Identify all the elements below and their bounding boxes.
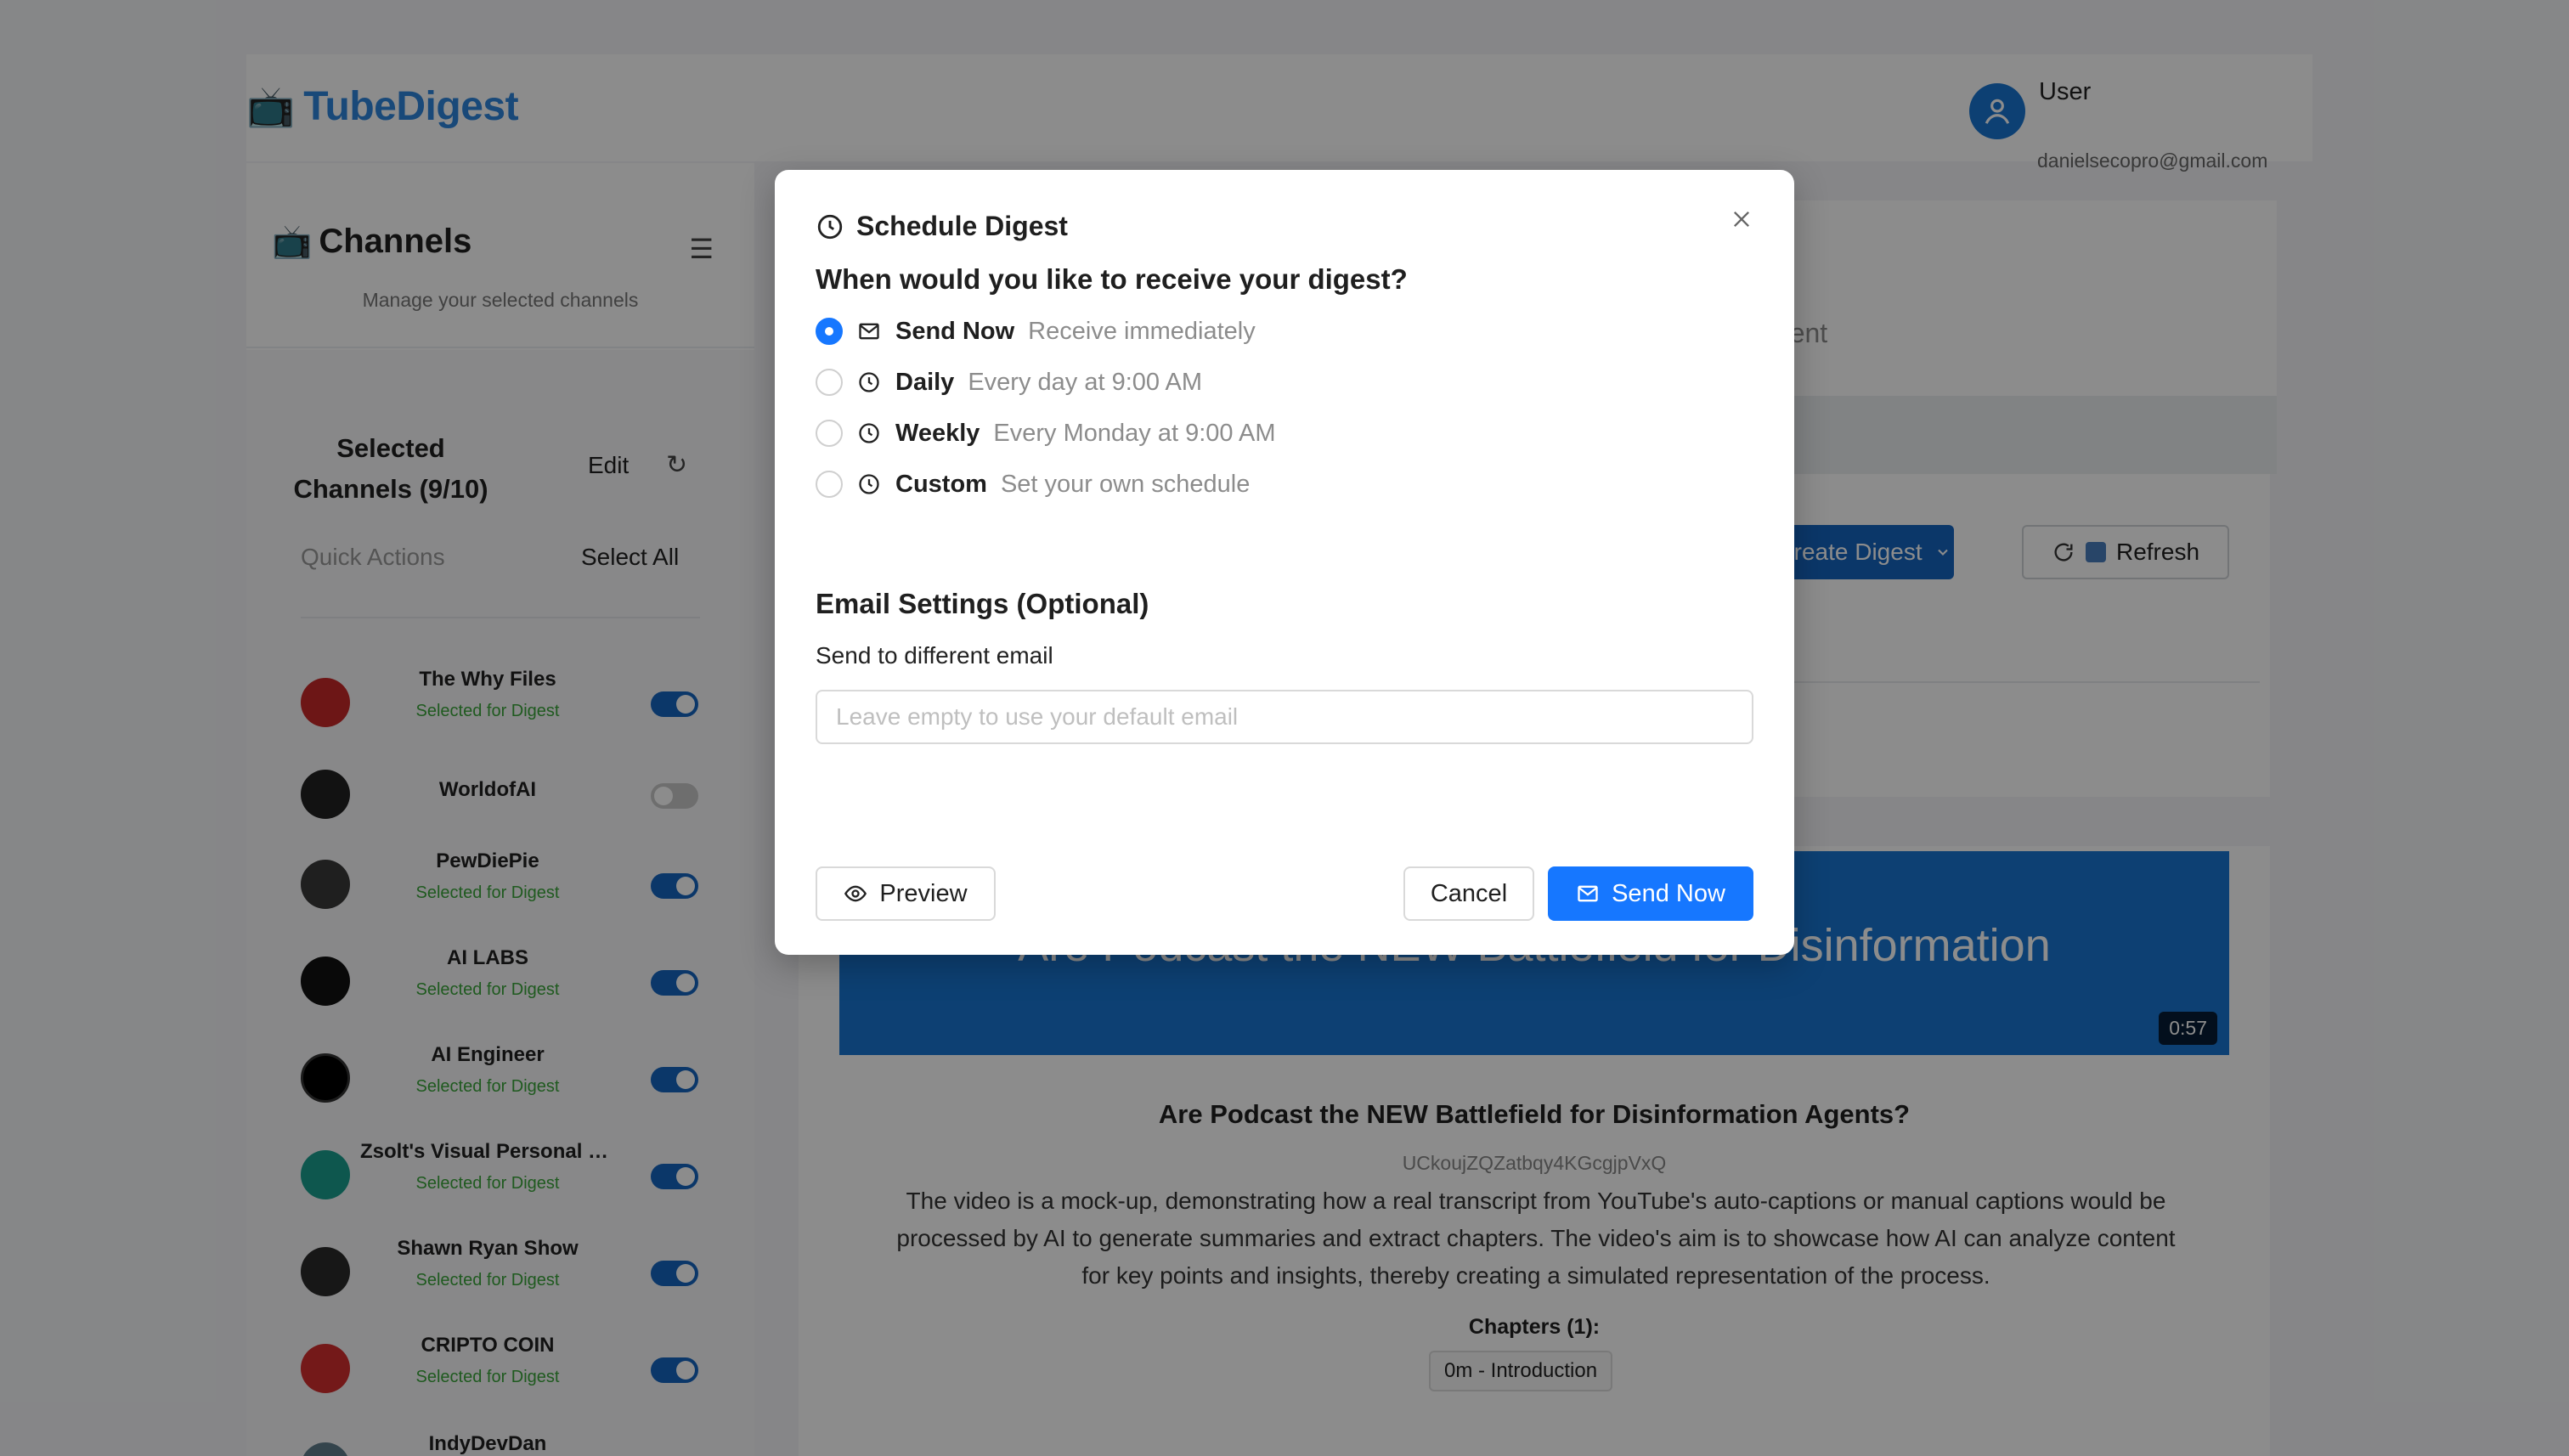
clock-icon (856, 471, 882, 497)
option-label: Send Now (895, 317, 1015, 345)
clock-icon (856, 420, 882, 446)
option-label: Daily (895, 368, 955, 396)
eye-icon (844, 885, 867, 902)
option-description: Every Monday at 9:00 AM (993, 419, 1276, 447)
radio-send-now[interactable] (816, 318, 843, 345)
schedule-digest-dialog: Schedule Digest When would you like to r… (775, 170, 1794, 955)
clock-icon (856, 370, 882, 395)
email-field-label: Send to different email (816, 642, 1053, 669)
preview-label: Preview (879, 879, 968, 907)
email-settings-title: Email Settings (Optional) (816, 588, 1149, 619)
cancel-button[interactable]: Cancel (1403, 866, 1534, 921)
option-send-now[interactable]: Send Now Receive immediately (816, 314, 1256, 348)
radio-weekly[interactable] (816, 420, 843, 447)
dialog-title: Schedule Digest (816, 211, 1068, 242)
option-description: Set your own schedule (1000, 470, 1251, 498)
option-daily[interactable]: Daily Every day at 9:00 AM (816, 365, 1202, 399)
cancel-label: Cancel (1430, 879, 1508, 907)
clock-icon (817, 214, 843, 239)
radio-daily[interactable] (816, 369, 843, 396)
schedule-question: When would you like to receive your dige… (816, 263, 1408, 295)
option-label: Custom (895, 470, 987, 498)
dialog-title-text: Schedule Digest (856, 211, 1068, 241)
option-weekly[interactable]: Weekly Every Monday at 9:00 AM (816, 416, 1275, 450)
email-field[interactable] (816, 690, 1753, 744)
close-icon (1734, 212, 1749, 227)
radio-custom[interactable] (816, 471, 843, 498)
send-now-label: Send Now (1612, 879, 1725, 907)
option-custom[interactable]: Custom Set your own schedule (816, 467, 1250, 501)
preview-button[interactable]: Preview (816, 866, 996, 921)
close-button[interactable] (1723, 200, 1760, 238)
mail-icon (856, 319, 882, 344)
mail-icon (1578, 885, 1598, 902)
option-description: Every day at 9:00 AM (968, 368, 1202, 396)
option-label: Weekly (895, 419, 980, 447)
option-description: Receive immediately (1028, 317, 1256, 345)
send-now-button[interactable]: Send Now (1548, 866, 1753, 921)
